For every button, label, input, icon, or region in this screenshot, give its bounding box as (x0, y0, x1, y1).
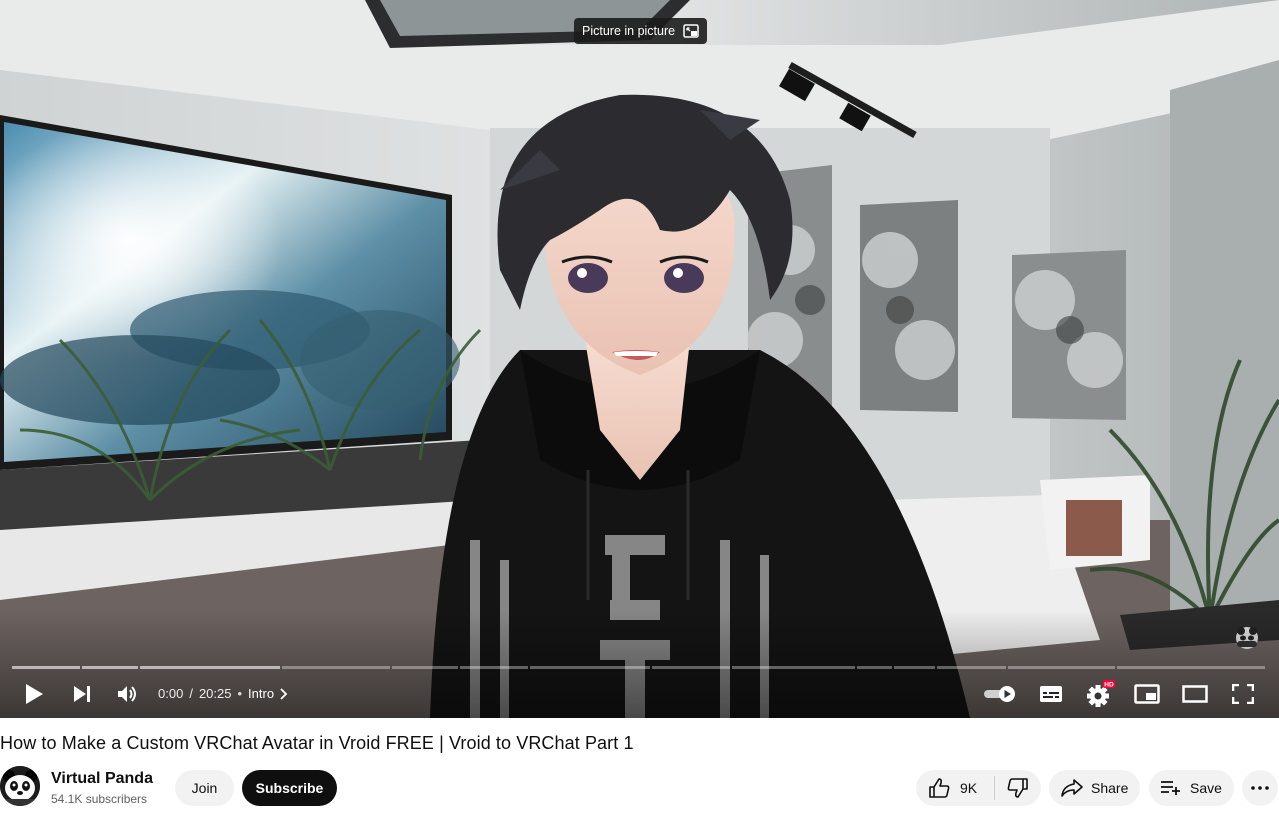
dislike-button[interactable] (995, 770, 1041, 806)
chapter-segment[interactable] (12, 666, 80, 669)
join-button[interactable]: Join (175, 770, 234, 806)
subscriber-count: 54.1K subscribers (51, 792, 148, 806)
chapter-title: Intro (248, 686, 275, 701)
like-dislike-group: 9K (916, 770, 1041, 806)
tooltip-text: Picture in picture (582, 24, 676, 38)
chapter-segment[interactable] (857, 666, 892, 669)
like-button[interactable]: 9K (916, 770, 994, 806)
settings-icon: HD (1087, 680, 1115, 707)
chapter-segment[interactable] (1117, 666, 1265, 669)
captions-icon (1040, 686, 1062, 702)
panda-avatar-icon (0, 766, 40, 806)
chapter-segment[interactable] (652, 666, 730, 669)
autoplay-toggle[interactable] (982, 678, 1018, 710)
chapter-segment[interactable] (732, 666, 855, 669)
captions-button[interactable] (1034, 678, 1068, 710)
thumbs-down-icon (1007, 778, 1028, 798)
share-button[interactable]: Share (1049, 770, 1140, 806)
next-button[interactable] (66, 678, 98, 710)
channel-row: Virtual Panda 54.1K subscribers Join Sub… (0, 766, 1279, 808)
next-icon (74, 686, 90, 702)
hd-badge: HD (1104, 682, 1114, 689)
save-label: Save (1190, 780, 1222, 796)
picture-in-picture-icon (683, 24, 699, 38)
time-separator: / (189, 686, 193, 701)
channel-avatar[interactable] (0, 766, 40, 806)
like-count: 9K (960, 780, 978, 796)
current-time: 0:00 (158, 686, 184, 701)
theater-mode-button[interactable] (1178, 678, 1212, 710)
play-icon (26, 684, 43, 704)
miniplayer-button[interactable] (1130, 678, 1164, 710)
chapter-separator: • (237, 686, 243, 701)
subscribe-button[interactable]: Subscribe (242, 770, 337, 806)
theater-mode-icon (1182, 685, 1208, 703)
volume-icon (118, 686, 136, 702)
time-display: 0:00 / 20:25 • Intro (158, 686, 288, 702)
more-horizontal-icon (1251, 786, 1269, 790)
autoplay-toggle-icon (984, 686, 1015, 702)
miniplayer-icon (1134, 684, 1160, 704)
chapter-segment[interactable] (82, 666, 138, 669)
video-player[interactable]: Picture in picture 0:00 / 20:25 • Intro … (0, 0, 1279, 718)
more-actions-button[interactable] (1242, 770, 1278, 806)
volume-button[interactable] (112, 678, 144, 710)
chapter-segment[interactable] (282, 666, 390, 669)
share-icon (1061, 779, 1083, 797)
settings-button[interactable]: HD (1082, 678, 1116, 710)
thumbs-up-icon (929, 778, 950, 798)
play-button[interactable] (18, 678, 50, 710)
chevron-right-icon (280, 688, 288, 700)
chapter-segment[interactable] (1008, 666, 1115, 669)
chapter-segment[interactable] (894, 666, 935, 669)
add-to-playlist-icon (1161, 781, 1180, 795)
total-time: 20:25 (198, 686, 232, 701)
progress-bar[interactable] (12, 666, 1267, 669)
chapter-segment[interactable] (392, 666, 458, 669)
share-label: Share (1091, 780, 1129, 796)
chapter-segment[interactable] (460, 666, 528, 669)
chapter-button[interactable]: Intro (248, 686, 288, 702)
fullscreen-button[interactable] (1226, 678, 1260, 710)
chapter-segment[interactable] (530, 666, 650, 669)
fullscreen-icon (1232, 684, 1254, 704)
chapter-segment[interactable] (937, 666, 1006, 669)
picture-in-picture-tooltip: Picture in picture (574, 18, 708, 44)
channel-name[interactable]: Virtual Panda (51, 770, 153, 788)
chapter-segment[interactable] (140, 666, 280, 669)
save-button[interactable]: Save (1149, 770, 1234, 806)
video-title: How to Make a Custom VRChat Avatar in Vr… (0, 733, 634, 753)
